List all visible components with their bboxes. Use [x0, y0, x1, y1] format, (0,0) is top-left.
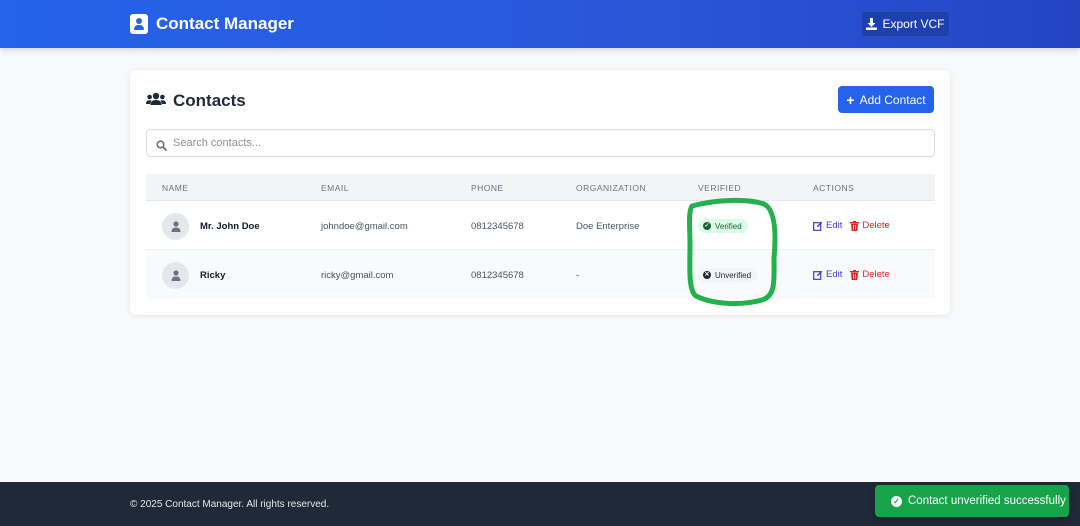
plus-icon: + [846, 91, 855, 108]
delete-label: Delete [862, 269, 890, 280]
avatar [162, 262, 189, 289]
edit-icon [813, 221, 823, 231]
app-title: Contact Manager [156, 14, 294, 33]
delete-button[interactable]: Delete [850, 269, 890, 280]
edit-button[interactable]: Edit [813, 220, 842, 231]
table-row: Ricky ricky@gmail.com 0812345678 - ✕ Unv… [146, 250, 935, 299]
search-input[interactable] [173, 133, 913, 153]
user-icon [171, 221, 180, 232]
export-vcf-label: Export VCF [882, 17, 945, 31]
toast-message: Contact unverified successfully [908, 495, 1066, 507]
trash-icon [850, 269, 860, 280]
status-label: Unverified [715, 270, 752, 280]
edit-label: Edit [826, 220, 843, 231]
column-header-verified[interactable]: VERIFIED [698, 183, 741, 193]
row-actions: Edit Delete [813, 269, 890, 280]
app-header: Contact Manager Export VCF [0, 0, 1080, 48]
users-icon [146, 91, 166, 111]
contact-name: Ricky [200, 270, 226, 281]
column-header-organization[interactable]: ORGANIZATION [576, 183, 646, 193]
status-label: Verified [715, 221, 742, 231]
copyright-text: © 2025 Contact Manager. All rights reser… [130, 499, 330, 510]
avatar [162, 213, 189, 240]
column-header-phone[interactable]: PHONE [471, 183, 504, 193]
address-book-icon [130, 14, 148, 34]
status-badge[interactable]: ✕ Unverified [698, 268, 758, 282]
edit-icon [813, 270, 823, 280]
delete-button[interactable]: Delete [850, 220, 890, 231]
x-circle-icon: ✕ [703, 271, 711, 279]
user-icon [171, 270, 180, 281]
contact-name: Mr. John Doe [200, 221, 260, 232]
download-icon [866, 18, 878, 30]
contact-email: ricky@gmail.com [321, 270, 394, 281]
delete-label: Delete [862, 220, 890, 231]
export-vcf-button[interactable]: Export VCF [861, 11, 950, 37]
edit-button[interactable]: Edit [813, 269, 842, 280]
check-circle-icon: ✓ [891, 495, 902, 507]
edit-label: Edit [826, 269, 843, 280]
contacts-card: Contacts + Add Contact NAME EMAIL PHONE … [130, 70, 950, 315]
table-header: NAME EMAIL PHONE ORGANIZATION VERIFIED A… [146, 174, 935, 201]
page-title: Contacts [173, 91, 246, 110]
check-circle-icon: ✓ [703, 222, 711, 230]
search-icon [156, 138, 167, 156]
trash-icon [850, 220, 860, 231]
contact-email: johndoe@gmail.com [321, 221, 408, 232]
contacts-table: NAME EMAIL PHONE ORGANIZATION VERIFIED A… [146, 174, 935, 299]
column-header-actions: ACTIONS [813, 183, 855, 193]
status-badge[interactable]: ✓ Verified [698, 219, 748, 233]
contact-organization: Doe Enterprise [576, 221, 640, 232]
contact-phone: 0812345678 [471, 270, 524, 281]
add-contact-button[interactable]: + Add Contact [838, 86, 934, 113]
column-header-email[interactable]: EMAIL [321, 183, 349, 193]
contact-phone: 0812345678 [471, 221, 524, 232]
search-box [146, 129, 935, 157]
table-row: Mr. John Doe johndoe@gmail.com 081234567… [146, 201, 935, 250]
contact-organization: - [576, 270, 580, 281]
contacts-heading: Contacts [146, 91, 246, 111]
success-toast[interactable]: ✓ Contact unverified successfully [875, 485, 1069, 517]
add-contact-label: Add Contact [859, 92, 926, 107]
column-header-name[interactable]: NAME [162, 183, 189, 193]
brand[interactable]: Contact Manager [130, 13, 294, 35]
row-actions: Edit Delete [813, 220, 890, 231]
